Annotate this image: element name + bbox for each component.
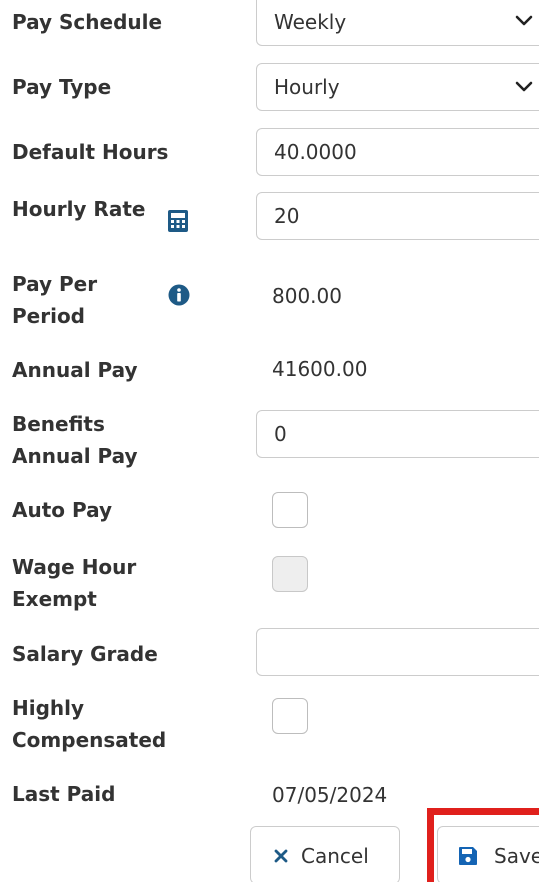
wage-hour-exempt-label-line2: Exempt bbox=[12, 587, 97, 611]
hourly-rate-value: 20 bbox=[274, 204, 300, 228]
chevron-down-icon bbox=[515, 15, 533, 26]
chevron-down-icon bbox=[515, 81, 533, 92]
wage-hour-exempt-label: Wage Hour Exempt bbox=[12, 551, 172, 615]
pay-schedule-value: Weekly bbox=[274, 10, 347, 34]
default-hours-label: Default Hours bbox=[12, 140, 169, 164]
cancel-button-label: Cancel bbox=[301, 844, 369, 868]
default-hours-value: 40.0000 bbox=[274, 140, 357, 164]
benefits-annual-pay-label-line2: Annual Pay bbox=[12, 444, 138, 468]
auto-pay-label: Auto Pay bbox=[12, 498, 113, 522]
close-icon bbox=[274, 849, 288, 863]
default-hours-input[interactable]: 40.0000 bbox=[256, 128, 539, 176]
auto-pay-checkbox[interactable] bbox=[272, 492, 308, 528]
benefits-annual-pay-label-line1: Benefits bbox=[12, 412, 105, 436]
last-paid-label: Last Paid bbox=[12, 782, 116, 806]
pay-schedule-select[interactable]: Weekly bbox=[256, 0, 539, 46]
highly-compensated-label-line2: Compensated bbox=[12, 728, 167, 752]
pay-type-select[interactable]: Hourly bbox=[256, 63, 539, 111]
highly-compensated-checkbox[interactable] bbox=[272, 698, 308, 734]
pay-schedule-label: Pay Schedule bbox=[12, 10, 163, 34]
hourly-rate-label: Hourly Rate bbox=[12, 197, 146, 221]
pay-per-period-value: 800.00 bbox=[272, 284, 342, 308]
salary-grade-input[interactable] bbox=[256, 628, 539, 676]
benefits-annual-pay-value: 0 bbox=[274, 422, 287, 446]
highly-compensated-label-line1: Highly bbox=[12, 696, 85, 720]
pay-type-value: Hourly bbox=[274, 75, 340, 99]
pay-per-period-label-line2: Period bbox=[12, 304, 85, 328]
benefits-annual-pay-input[interactable]: 0 bbox=[256, 410, 539, 458]
pay-type-label: Pay Type bbox=[12, 75, 112, 99]
pay-per-period-label-line1: Pay Per bbox=[12, 272, 98, 296]
hourly-rate-input[interactable]: 20 bbox=[256, 192, 539, 240]
annual-pay-value: 41600.00 bbox=[272, 357, 368, 381]
last-paid-value: 07/05/2024 bbox=[272, 783, 388, 807]
annual-pay-label: Annual Pay bbox=[12, 358, 138, 382]
benefits-annual-pay-label: Benefits Annual Pay bbox=[12, 408, 172, 472]
cancel-button[interactable]: Cancel bbox=[250, 826, 400, 882]
info-icon[interactable] bbox=[168, 284, 190, 306]
pay-per-period-label: Pay Per Period bbox=[12, 268, 172, 332]
wage-hour-exempt-checkbox bbox=[272, 556, 308, 592]
highly-compensated-label: Highly Compensated bbox=[12, 692, 192, 756]
wage-hour-exempt-label-line1: Wage Hour bbox=[12, 555, 137, 579]
calculator-icon[interactable] bbox=[167, 209, 189, 233]
save-button-highlight bbox=[427, 808, 539, 882]
salary-grade-label: Salary Grade bbox=[12, 642, 158, 666]
pay-settings-form: Pay Schedule Weekly Pay Type Hourly Defa… bbox=[0, 0, 539, 882]
